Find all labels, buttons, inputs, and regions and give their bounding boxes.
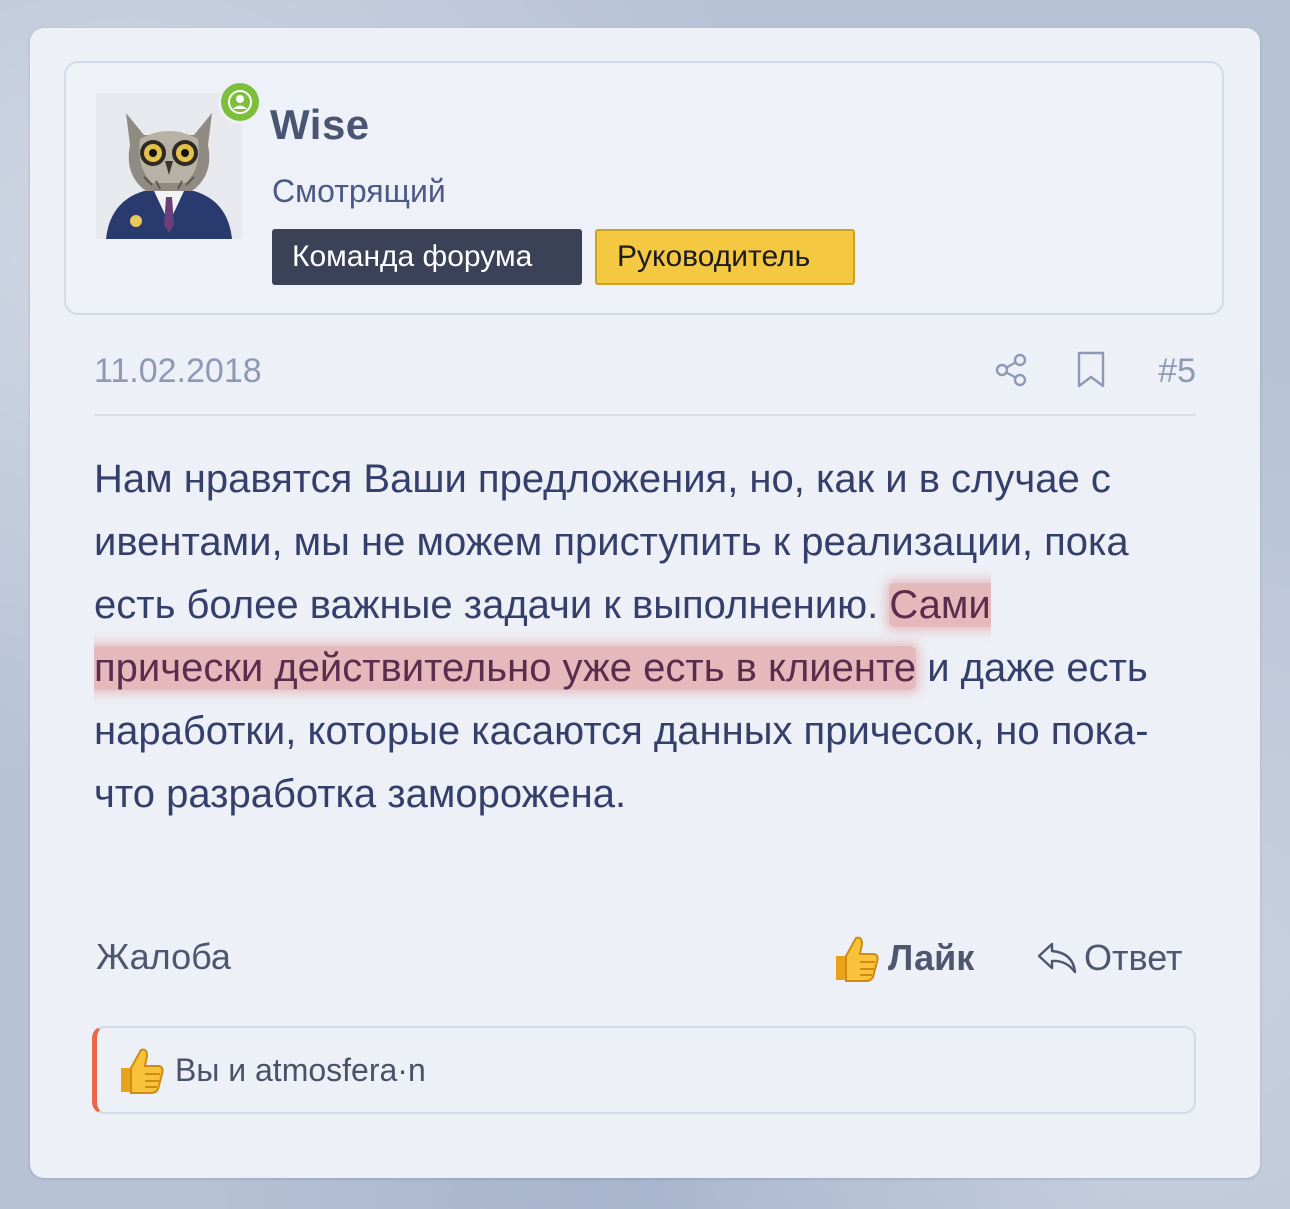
post-number-link[interactable]: #5 — [1158, 352, 1196, 391]
bookmark-icon[interactable] — [1072, 350, 1110, 390]
user-online-icon — [228, 90, 252, 114]
like-button[interactable]: Лайк — [830, 928, 974, 988]
reply-button[interactable]: Ответ — [1036, 928, 1183, 988]
thumbs-up-icon — [121, 1048, 164, 1094]
badge-forum-team: Команда форума — [272, 229, 582, 285]
user-title: Смотрящий — [272, 173, 446, 209]
share-icon[interactable] — [992, 350, 1030, 390]
user-avatar[interactable] — [96, 93, 242, 239]
badge-leader: Руководитель — [595, 229, 855, 285]
post-meta-bar: 11.02.2018 #5 — [94, 344, 1196, 416]
reply-arrow-icon — [1037, 942, 1077, 974]
thumbs-up-icon — [836, 936, 879, 982]
like-label: Лайк — [888, 937, 975, 978]
reply-label: Ответ — [1084, 937, 1183, 978]
reactions-summary[interactable]: Вы и atmosfera·n — [92, 1026, 1196, 1114]
post-actions-bar: Жалоба Лайк Ответ — [94, 928, 1198, 988]
reactions-text: Вы и atmosfera·n — [175, 1051, 426, 1088]
username-link[interactable]: Wise — [270, 101, 370, 149]
online-status-indicator — [218, 80, 262, 124]
owl-avatar-icon — [96, 93, 242, 239]
report-button[interactable]: Жалоба — [96, 936, 231, 978]
post-message: Нам нравятся Ваши предложения, но, как и… — [94, 448, 1164, 826]
user-info-block: Wise Смотрящий Команда форума Руководите… — [64, 61, 1224, 315]
post-card: Wise Смотрящий Команда форума Руководите… — [30, 28, 1260, 1178]
post-date[interactable]: 11.02.2018 — [94, 352, 262, 391]
